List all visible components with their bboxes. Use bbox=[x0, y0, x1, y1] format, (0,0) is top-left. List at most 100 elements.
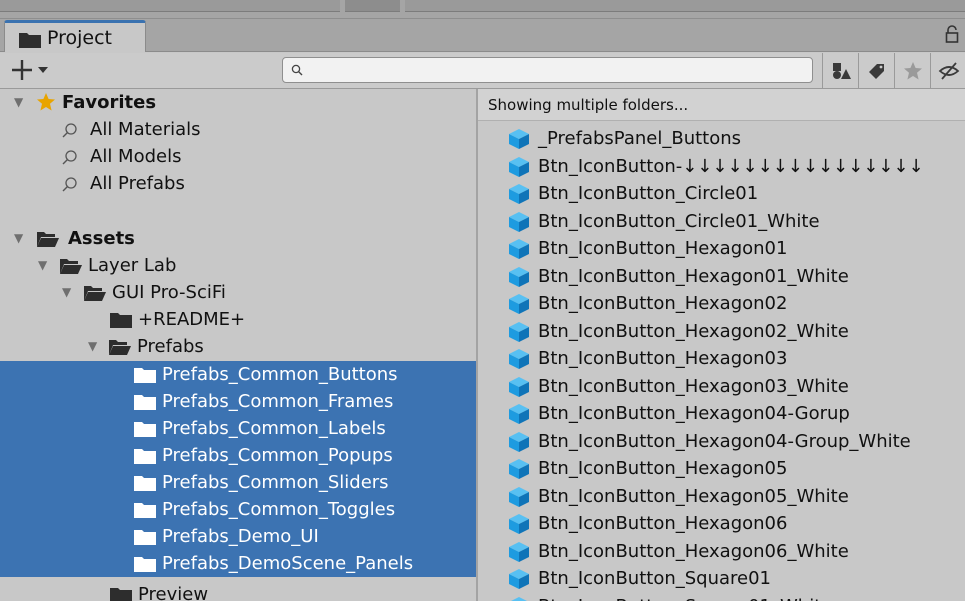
lock-icon[interactable] bbox=[945, 25, 959, 43]
tree-item-readme[interactable]: +README+ bbox=[0, 306, 476, 333]
star-icon bbox=[903, 62, 922, 80]
expand-arrow-icon[interactable]: ▼ bbox=[62, 279, 71, 306]
prefab-cube-icon bbox=[508, 541, 530, 571]
tree-item-label: GUI Pro-SciFi bbox=[112, 282, 226, 303]
favorites-button[interactable] bbox=[894, 53, 930, 89]
folder-icon bbox=[110, 588, 132, 601]
prefab-cube-icon bbox=[508, 568, 530, 598]
expand-arrow-icon[interactable]: ▼ bbox=[38, 252, 47, 279]
search-icon bbox=[62, 123, 77, 138]
folder-tree: ▼ Favorites All Materials All Models All… bbox=[0, 89, 476, 601]
tree-item-layer-lab[interactable]: ▼ Layer Lab bbox=[0, 252, 476, 279]
asset-item-label: Btn_IconButton_Circle01 bbox=[538, 183, 759, 204]
tab-project[interactable]: Project bbox=[4, 20, 146, 52]
prefab-cube-icon bbox=[508, 238, 530, 268]
tree-item-label: Prefabs_Common_Sliders bbox=[162, 472, 389, 493]
asset-list-panel: Showing multiple folders... _PrefabsPane… bbox=[478, 89, 965, 601]
asset-item-label: Btn_IconButton_Hexagon04-Group_White bbox=[538, 430, 911, 452]
prefab-cube-icon bbox=[508, 128, 530, 158]
folder-icon bbox=[110, 313, 132, 328]
folder-icon bbox=[134, 503, 156, 518]
tree-item-label: Prefabs_Common_Frames bbox=[162, 391, 394, 412]
prefab-cube-icon bbox=[508, 596, 530, 601]
tree-item-label: +README+ bbox=[138, 309, 246, 330]
open-folder-icon bbox=[84, 286, 106, 301]
tree-item-label: All Prefabs bbox=[90, 173, 185, 194]
tree-item-gui-pro-scifi[interactable]: ▼ GUI Pro-SciFi bbox=[0, 279, 476, 306]
search-input[interactable] bbox=[282, 57, 813, 83]
asset-item-label: Btn_IconButton_Hexagon02 bbox=[538, 293, 788, 314]
asset-item-label: Btn_IconButton_Hexagon03 bbox=[538, 348, 788, 369]
breadcrumb: Showing multiple folders... bbox=[478, 89, 965, 121]
asset-item-label: Btn_IconButton_Hexagon05 bbox=[538, 458, 788, 479]
tree-item-all-models[interactable]: All Models bbox=[0, 143, 476, 170]
tree-item-label: All Models bbox=[90, 146, 182, 167]
prefab-cube-icon bbox=[508, 486, 530, 516]
tree-item-preview[interactable]: Preview bbox=[0, 581, 476, 601]
toolbar bbox=[0, 53, 965, 89]
prefab-cube-icon bbox=[508, 513, 530, 543]
prefab-cube-icon bbox=[508, 376, 530, 406]
tree-item-label: Prefabs_Common_Popups bbox=[162, 445, 393, 466]
status-text: Showing multiple folders... bbox=[488, 96, 689, 114]
tree-item-label: Prefabs bbox=[137, 336, 204, 357]
prefab-cube-icon bbox=[508, 458, 530, 488]
expand-arrow-icon[interactable]: ▼ bbox=[88, 333, 97, 360]
tree-item-prefab-folder[interactable]: Prefabs_Common_Labels bbox=[0, 415, 476, 442]
asset-item-label: Btn_IconButton_Square01 bbox=[538, 568, 772, 589]
tree-item-all-materials[interactable]: All Materials bbox=[0, 116, 476, 143]
open-folder-icon bbox=[60, 259, 82, 274]
filter-by-label-button[interactable] bbox=[858, 53, 894, 89]
open-folder-icon bbox=[109, 340, 131, 355]
asset-item-label: Btn_IconButton_Square01_White bbox=[538, 593, 832, 601]
folder-icon bbox=[134, 422, 156, 437]
asset-item-label: Btn_IconButton_Hexagon01 bbox=[538, 238, 788, 259]
prefab-cube-icon bbox=[508, 266, 530, 296]
create-button[interactable] bbox=[12, 56, 64, 84]
asset-item-label: Btn_IconButton_Hexagon06 bbox=[538, 513, 788, 534]
filter-type-icon bbox=[832, 63, 851, 79]
hidden-packages-button[interactable] bbox=[930, 53, 965, 89]
expand-arrow-icon[interactable]: ▼ bbox=[14, 225, 23, 252]
plus-icon bbox=[12, 60, 48, 80]
prefab-cube-icon bbox=[508, 183, 530, 213]
prefab-cube-icon bbox=[508, 211, 530, 241]
tree-item-label: Prefabs_DemoScene_Panels bbox=[162, 553, 414, 574]
tag-icon bbox=[868, 64, 884, 79]
tree-item-label: Prefabs_Demo_UI bbox=[162, 526, 319, 547]
asset-item-label: Btn_IconButton_Hexagon01_White bbox=[538, 265, 849, 287]
window-strip bbox=[0, 0, 965, 19]
search-icon bbox=[62, 150, 77, 165]
tree-item-prefab-folder[interactable]: Prefabs_DemoScene_Panels bbox=[0, 550, 476, 577]
filter-by-type-button[interactable] bbox=[822, 53, 858, 89]
tree-item-prefab-folder[interactable]: Prefabs_Common_Toggles bbox=[0, 496, 476, 523]
tree-item-label: Preview bbox=[138, 584, 209, 601]
asset-item-label: Btn_IconButton_Hexagon04-Gorup bbox=[538, 403, 850, 424]
tree-item-label: All Materials bbox=[90, 119, 201, 140]
asset-item-label: Btn_IconButton_Hexagon02_White bbox=[538, 320, 849, 342]
folder-icon bbox=[19, 33, 41, 48]
expand-arrow-icon[interactable]: ▼ bbox=[14, 89, 23, 116]
tree-item-favorites[interactable]: ▼ Favorites bbox=[0, 89, 476, 116]
prefab-cube-icon bbox=[508, 321, 530, 351]
window-strip-segment bbox=[405, 0, 965, 12]
tab-label: Project bbox=[47, 27, 113, 49]
tree-item-prefab-folder[interactable]: Prefabs_Common_Popups bbox=[0, 442, 476, 469]
tree-item-assets[interactable]: ▼ Assets bbox=[0, 225, 476, 252]
asset-item-label: Btn_IconButton_Hexagon03_White bbox=[538, 375, 849, 397]
tree-item-prefab-folder[interactable]: Prefabs_Common_Sliders bbox=[0, 469, 476, 496]
tab-bar: Project bbox=[0, 19, 965, 52]
window-strip-segment bbox=[0, 0, 340, 12]
folder-icon bbox=[134, 395, 156, 410]
prefab-cube-icon bbox=[508, 403, 530, 433]
asset-item-label: _PrefabsPanel_Buttons bbox=[538, 128, 742, 149]
tree-item-prefab-folder[interactable]: Prefabs_Demo_UI bbox=[0, 523, 476, 550]
tree-item-prefab-folder[interactable]: Prefabs_Common_Buttons bbox=[0, 361, 476, 388]
tree-item-all-prefabs[interactable]: All Prefabs bbox=[0, 170, 476, 197]
window-strip-segment bbox=[345, 0, 400, 12]
tree-item-prefabs[interactable]: ▼ Prefabs bbox=[0, 333, 476, 360]
asset-item-label: Btn_IconButton_Hexagon05_White bbox=[538, 485, 849, 507]
search-icon bbox=[62, 177, 77, 192]
folder-icon bbox=[134, 557, 156, 572]
tree-item-prefab-folder[interactable]: Prefabs_Common_Frames bbox=[0, 388, 476, 415]
